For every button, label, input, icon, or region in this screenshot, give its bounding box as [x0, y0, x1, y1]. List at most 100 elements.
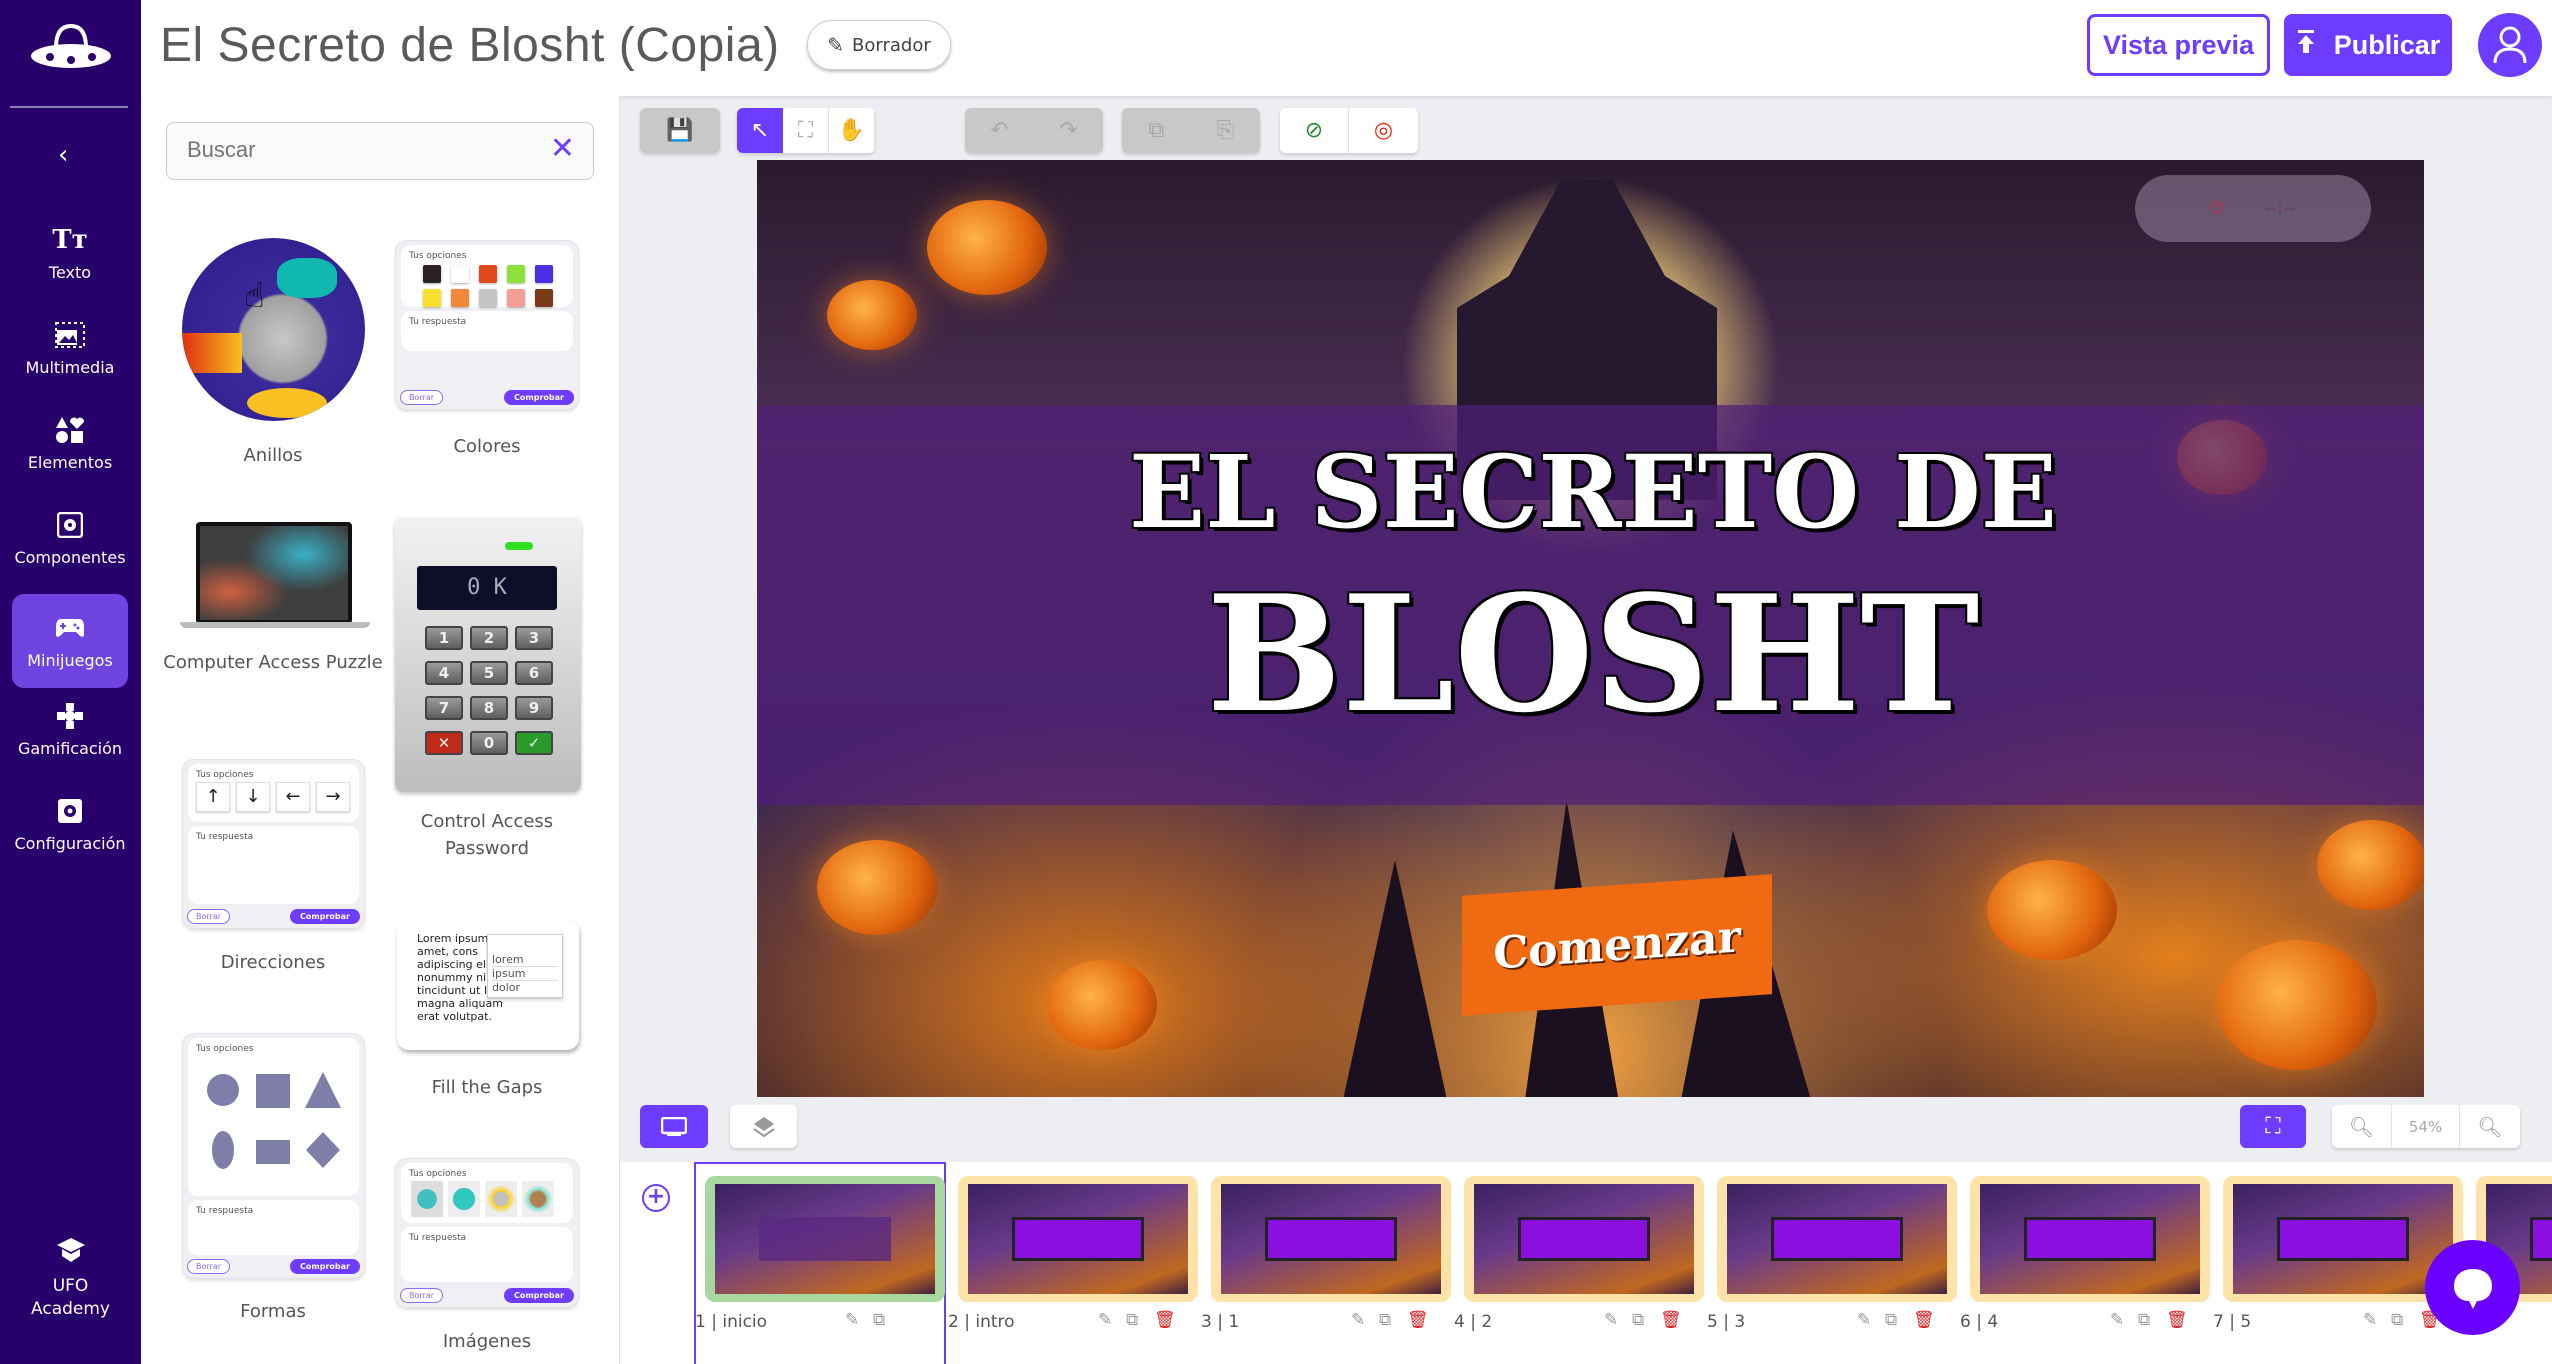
pan-tool-button[interactable]: ✋: [829, 108, 875, 153]
slide-thumbnail[interactable]: [1717, 1176, 1957, 1302]
fit-screen-button[interactable]: ⛶: [783, 108, 829, 153]
minigame-fill-the-gaps[interactable]: Lorem ipsum sit amet, cons adipiscing el…: [397, 920, 579, 1050]
arrow-option: ←: [276, 782, 310, 812]
minigame-formas[interactable]: Tus opciones Tu respuesta Borrar Comprob…: [182, 1033, 365, 1279]
duplicate-icon[interactable]: ⧉: [1632, 1310, 1644, 1330]
minigame-anillos[interactable]: ☝: [182, 238, 365, 421]
zoom-out-button[interactable]: 🔍︎: [2332, 1105, 2392, 1148]
duplicate-icon[interactable]: ⧉: [873, 1310, 885, 1330]
duplicate-icon[interactable]: ⧉: [1126, 1310, 1138, 1330]
color-swatch: [423, 265, 441, 283]
save-button[interactable]: 💾: [640, 108, 720, 153]
sidebar-item-multimedia[interactable]: Multimedia: [12, 301, 128, 395]
sidebar-item-componentes[interactable]: Componentes: [12, 491, 128, 585]
status-led: [505, 542, 533, 550]
sidebar-item-gamificacion[interactable]: Gamificación: [12, 682, 128, 776]
zoom-in-button[interactable]: 🔍︎: [2460, 1105, 2520, 1148]
delete-icon[interactable]: 🗑: [1913, 1310, 1935, 1330]
slide-thumbnail[interactable]: [1970, 1176, 2210, 1302]
avatar[interactable]: [2478, 13, 2542, 77]
sidebar-item-configuracion[interactable]: Configuración: [12, 777, 128, 871]
copy-button[interactable]: ⧉: [1122, 108, 1191, 153]
arrow-option: ↓: [236, 782, 270, 812]
undo-button[interactable]: ↶: [965, 108, 1034, 153]
edit-icon[interactable]: ✎: [845, 1310, 859, 1330]
clear-search-icon[interactable]: ✕: [550, 131, 575, 166]
target-button[interactable]: ◎: [1349, 108, 1418, 153]
focus-frame-icon: ⛶: [2265, 1114, 2281, 1139]
slide-thumbnail[interactable]: [958, 1176, 1198, 1302]
sidebar-item-label: Minijuegos: [27, 650, 113, 670]
duplicate-icon[interactable]: ⧉: [2391, 1310, 2403, 1330]
edit-icon[interactable]: ✎: [1857, 1310, 1871, 1330]
publish-button[interactable]: Publicar: [2284, 14, 2452, 76]
layers-icon: [752, 1116, 775, 1137]
chat-button[interactable]: [2425, 1240, 2520, 1335]
minigame-direcciones[interactable]: Tus opciones ↑ ↓ ← → Tu respuesta Borrar Com…: [182, 759, 365, 929]
page-title[interactable]: El Secreto de Blosht (Copia): [160, 18, 780, 73]
timer-value: --:--: [2264, 198, 2297, 219]
color-swatch: [479, 265, 497, 283]
start-button[interactable]: Comenzar: [1462, 874, 1772, 1016]
minigame-colores[interactable]: Tus opciones Tu respuesta Borrar Comprob…: [395, 240, 579, 410]
slide-thumbnail[interactable]: [1211, 1176, 1451, 1302]
status-label: Borrador: [852, 34, 931, 56]
arrow-option: →: [316, 782, 350, 812]
edit-icon[interactable]: ✎: [2110, 1310, 2124, 1330]
sidebar-item-label: Texto: [48, 262, 92, 282]
minigame-label: Imágenes: [442, 1331, 532, 1352]
options-label: Tus opciones: [196, 1044, 254, 1054]
graduation-cap-icon: [0, 1236, 141, 1268]
ufo-logo-icon[interactable]: [28, 22, 114, 72]
layers-button[interactable]: [730, 1105, 797, 1148]
options-label: Tus opciones: [196, 770, 254, 780]
sidebar-item-elementos[interactable]: Elementos: [12, 396, 128, 490]
delete-icon[interactable]: 🗑: [2166, 1310, 2188, 1330]
minigame-computer-access-puzzle[interactable]: [180, 522, 370, 632]
select-tool-button[interactable]: ↖: [737, 108, 783, 153]
redo-icon: ↷: [1059, 118, 1078, 143]
slide-label: 4 | 2: [1454, 1312, 1493, 1332]
sidebar-item-texto[interactable]: Tт Texto: [12, 206, 128, 300]
minigame-label: Formas: [240, 1301, 306, 1322]
slide-title-line1: EL SECRETO DE: [1129, 433, 2057, 551]
focus-button[interactable]: ⛶: [2240, 1105, 2306, 1148]
delete-icon[interactable]: 🗑: [1154, 1310, 1176, 1330]
edit-icon[interactable]: ✎: [1604, 1310, 1618, 1330]
duplicate-icon[interactable]: ⧉: [1885, 1310, 1897, 1330]
redo-button[interactable]: ↷: [1034, 108, 1103, 153]
minigame-control-access-password[interactable]: 0 K 1 2 3 4 5 6 7 8 9 ✕ 0 ✓: [395, 518, 581, 792]
duplicate-icon[interactable]: ⧉: [1379, 1310, 1391, 1330]
edit-icon[interactable]: ✎: [1351, 1310, 1365, 1330]
delete-icon[interactable]: 🗑: [1407, 1310, 1429, 1330]
keypad-key: ✓: [515, 731, 553, 755]
edit-icon[interactable]: ✎: [2363, 1310, 2377, 1330]
zoom-level: 54%: [2392, 1105, 2460, 1148]
slide-canvas[interactable]: EL SECRETO DE BLOSHT Comenzar ⏱ --:--: [757, 160, 2424, 1097]
minigame-imagenes[interactable]: Tus opciones Tu respuesta Borrar Comprob…: [395, 1158, 579, 1308]
edit-icon[interactable]: ✎: [1098, 1310, 1112, 1330]
preview-button[interactable]: Vista previa: [2087, 14, 2270, 76]
duplicate-icon[interactable]: ⧉: [2138, 1310, 2150, 1330]
draft-status-button[interactable]: ✎ Borrador: [807, 20, 951, 70]
search-field[interactable]: ✕: [166, 122, 594, 180]
slide-thumbnail[interactable]: [705, 1176, 945, 1302]
paste-button[interactable]: ⎘: [1191, 108, 1260, 153]
search-input[interactable]: [187, 137, 527, 163]
slide-label: 1 | inicio: [695, 1312, 768, 1332]
collapse-chevron-icon[interactable]: ‹: [58, 140, 68, 170]
add-slide-button[interactable]: +: [642, 1184, 670, 1212]
slide-thumbnail[interactable]: [1464, 1176, 1704, 1302]
link-button[interactable]: ⊘: [1280, 108, 1349, 153]
keypad-key: 0: [470, 731, 508, 755]
sidebar-item-minijuegos[interactable]: Minijuegos: [12, 594, 128, 688]
color-swatch: [451, 289, 469, 307]
zoom-in-icon: 🔍︎: [2477, 1114, 2503, 1139]
sidebar-item-label: Multimedia: [25, 357, 115, 377]
laptop-base: [180, 622, 370, 628]
pumpkin: [927, 200, 1047, 295]
delete-icon[interactable]: 🗑: [1660, 1310, 1682, 1330]
device-view-button[interactable]: [640, 1105, 708, 1148]
ufo-academy-link[interactable]: UFO Academy: [0, 1236, 141, 1320]
answer-label: Tu respuesta: [409, 317, 467, 327]
